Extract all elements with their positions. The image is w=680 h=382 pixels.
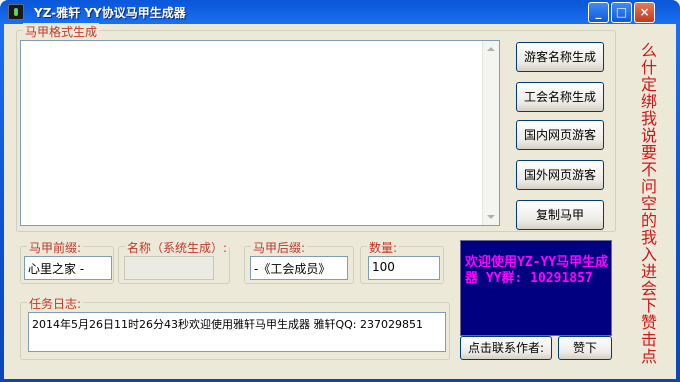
count-label: 数量: (367, 239, 400, 256)
close-button[interactable]: × (634, 2, 655, 23)
count-input[interactable]: 100 (368, 256, 440, 280)
prefix-input[interactable]: 心里之家 - (24, 256, 112, 280)
vertical-message[interactable]: 么什定绑我说要不问空的我入进会下赞击点 (624, 42, 670, 372)
scroll-up-icon[interactable] (487, 47, 495, 51)
log-line: 2014年5月26日11时26分43秒欢迎使用雅轩马甲生成器 雅轩QQ: 237… (32, 318, 423, 331)
minimize-button[interactable]: _ (588, 2, 609, 23)
promo-text: 欢迎使用YZ-YY马甲生成器 YY群: 10291857 (465, 255, 609, 286)
title-bar[interactable]: YZ-雅轩 YY协议马甲生成器 _ □ × (0, 0, 680, 24)
suffix-input[interactable]: -《工会成员》 (250, 256, 348, 280)
app-window: YZ-雅轩 YY协议马甲生成器 _ □ × 马甲格式生成 游客名称生成 工会名称… (0, 0, 680, 382)
app-icon (8, 4, 24, 20)
like-button[interactable]: 赞下 (558, 336, 612, 360)
log-textarea[interactable]: 2014年5月26日11时26分43秒欢迎使用雅轩马甲生成器 雅轩QQ: 237… (28, 312, 446, 352)
client-area: 马甲格式生成 游客名称生成 工会名称生成 国内网页游客 国外网页游客 复制马甲 … (4, 23, 676, 379)
foreign-web-guest-button[interactable]: 国外网页游客 (516, 160, 604, 190)
domestic-web-guest-button[interactable]: 国内网页游客 (516, 120, 604, 150)
guild-name-button[interactable]: 工会名称生成 (516, 82, 604, 112)
scroll-down-icon[interactable] (487, 215, 495, 219)
guest-name-button[interactable]: 游客名称生成 (516, 42, 604, 72)
promo-panel: 欢迎使用YZ-YY马甲生成器 YY群: 10291857 (460, 240, 612, 336)
prefix-label: 马甲前缀: (27, 239, 84, 256)
suffix-label: 马甲后缀: (251, 239, 308, 256)
maximize-button[interactable]: □ (611, 2, 632, 23)
contact-author-button[interactable]: 点击联系作者: (460, 336, 552, 360)
name-label: 名称（系统生成）: (125, 239, 230, 256)
log-label: 任务日志: (27, 295, 84, 312)
output-scrollbar[interactable] (482, 41, 499, 225)
name-input (124, 256, 214, 280)
output-textarea[interactable] (20, 40, 500, 226)
format-group-label: 马甲格式生成 (23, 23, 100, 40)
copy-button[interactable]: 复制马甲 (516, 200, 604, 230)
window-title: YZ-雅轩 YY协议马甲生成器 (34, 6, 186, 20)
